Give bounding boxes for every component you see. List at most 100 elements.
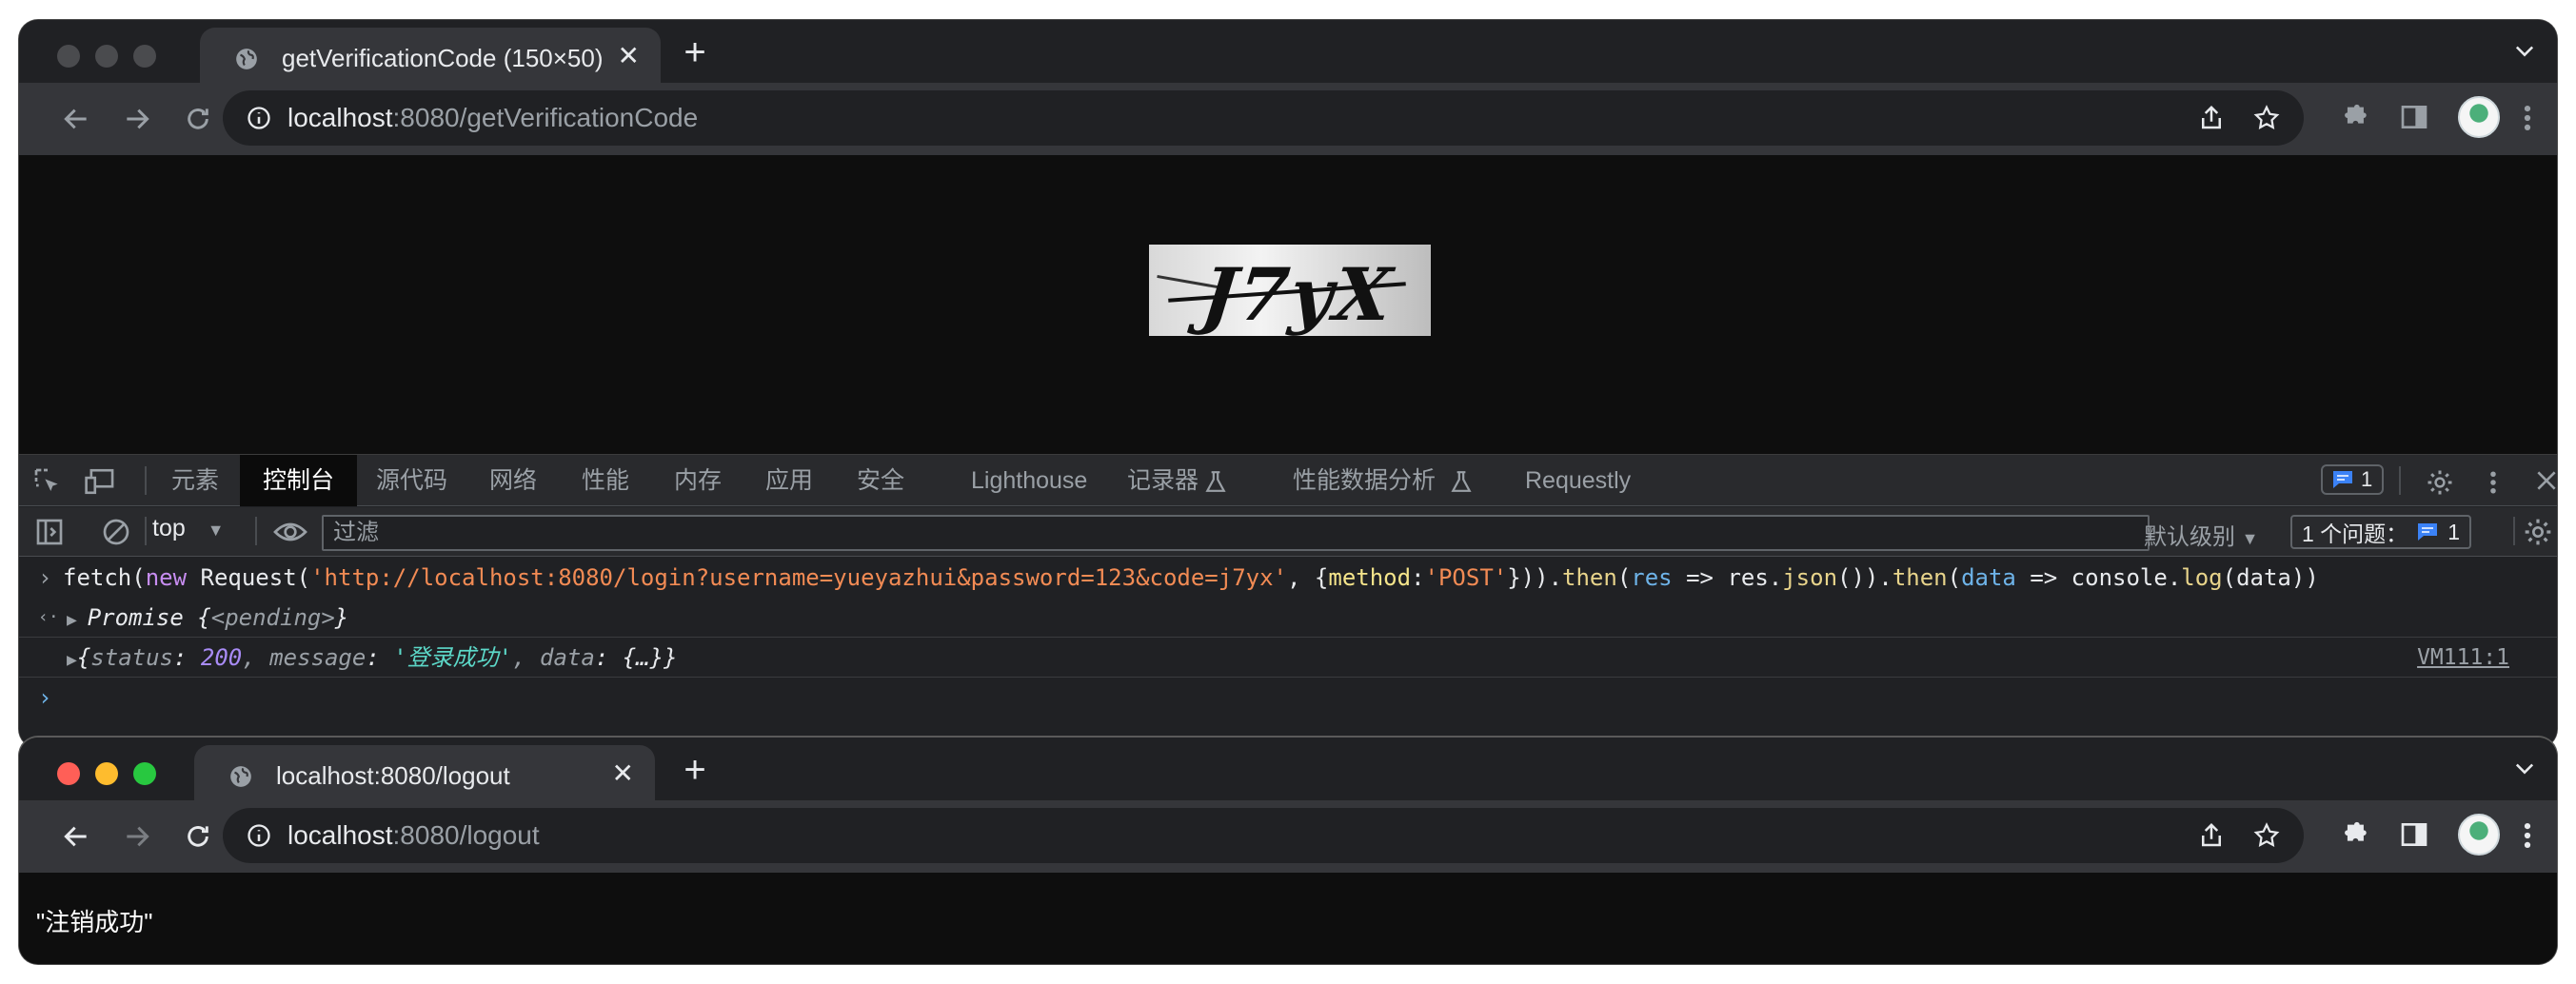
address-bar[interactable]: localhost:8080/logout <box>223 808 2304 863</box>
source-link[interactable]: VM111:1 <box>2417 638 2509 678</box>
dropdown-arrow-icon: ▼ <box>2241 529 2259 548</box>
window-controls <box>57 45 156 68</box>
arrow-left-icon <box>64 826 87 847</box>
gear-icon[interactable] <box>2426 468 2454 497</box>
tab-security[interactable]: 安全 <box>857 455 904 506</box>
console-command[interactable]: fetch(new Request('http://localhost:8080… <box>63 558 2319 598</box>
more-vertical-icon[interactable] <box>2488 468 2498 497</box>
context-value: top <box>152 515 186 541</box>
reload-icon <box>188 826 208 847</box>
minimize-window-button[interactable] <box>95 45 118 68</box>
filter-input[interactable]: 过滤 <box>322 515 2150 551</box>
maximize-window-button[interactable] <box>133 762 156 785</box>
url-text[interactable]: localhost:8080/getVerificationCode <box>287 103 698 133</box>
expand-triangle-icon[interactable]: ▶ <box>67 610 88 630</box>
promise-result[interactable]: ▶ Promise {<pending>} <box>67 598 348 640</box>
chevron-down-icon[interactable] <box>2511 755 2538 781</box>
dropdown-arrow-icon: ▼ <box>207 521 225 540</box>
console-input-line: › fetch(new Request('http://localhost:80… <box>19 558 2557 598</box>
flask-icon <box>1451 471 1472 492</box>
tab-lighthouse[interactable]: Lighthouse <box>971 455 1087 506</box>
close-tab-icon[interactable]: ✕ <box>618 43 640 69</box>
info-icon[interactable] <box>246 105 272 131</box>
forward-button[interactable] <box>118 817 156 856</box>
tab-strip: getVerificationCode (150×50) ✕ + <box>19 20 2557 83</box>
share-icon[interactable] <box>2197 104 2226 132</box>
profile-avatar[interactable] <box>2458 814 2500 856</box>
maximize-window-button[interactable] <box>133 45 156 68</box>
devtools-tab-bar: 元素 控制台 源代码 网络 性能 内存 应用 安全 Lighthouse 记录器… <box>19 455 2557 506</box>
back-button[interactable] <box>57 100 95 138</box>
context-selector[interactable]: top ▼ <box>152 515 225 542</box>
clear-console-icon[interactable] <box>101 517 131 547</box>
log-levels-label: 默认级别 <box>2144 524 2235 550</box>
sidebar-toggle-icon[interactable] <box>34 517 65 547</box>
message-icon <box>2333 471 2352 488</box>
side-panel-icon[interactable] <box>2399 819 2429 850</box>
console-settings-gear-icon[interactable] <box>2523 517 2553 547</box>
reload-button[interactable] <box>179 817 217 856</box>
close-tab-icon[interactable]: ✕ <box>612 760 634 787</box>
tab-verification-code[interactable]: getVerificationCode (150×50) ✕ <box>200 28 661 83</box>
chevron-down-icon[interactable] <box>2511 37 2538 64</box>
messages-badge[interactable]: 1 <box>2321 464 2385 495</box>
new-tab-button[interactable]: + <box>676 33 714 71</box>
tab-performance[interactable]: 性能 <box>582 455 629 506</box>
forward-button[interactable] <box>118 100 156 138</box>
tab-memory[interactable]: 内存 <box>674 455 722 506</box>
tab-title: getVerificationCode (150×50) <box>282 44 604 72</box>
side-panel-icon[interactable] <box>2399 102 2429 132</box>
back-button[interactable] <box>57 817 95 856</box>
new-tab-button[interactable]: + <box>676 751 714 789</box>
log-levels-dropdown[interactable]: 默认级别 ▼ <box>2144 518 2259 551</box>
log-object[interactable]: ▶{status: 200, message: '登录成功', data: {…… <box>67 638 678 680</box>
tab-console[interactable]: 控制台 <box>240 455 358 506</box>
tab-sources[interactable]: 源代码 <box>376 455 447 506</box>
issues-label: 1 个问题： <box>2302 522 2408 546</box>
url-host: localhost <box>287 103 393 132</box>
close-window-button[interactable] <box>57 762 80 785</box>
extensions-puzzle-icon[interactable] <box>2338 819 2370 852</box>
tab-title: localhost:8080/logout <box>276 761 510 790</box>
more-vertical-icon[interactable] <box>2521 819 2534 852</box>
more-vertical-icon[interactable] <box>2521 102 2534 134</box>
tab-application[interactable]: 应用 <box>765 455 813 506</box>
tab-elements[interactable]: 元素 <box>171 455 219 506</box>
prompt-chevron-icon: › <box>38 684 52 711</box>
share-icon[interactable] <box>2197 821 2226 850</box>
browser-toolbar: localhost:8080/getVerificationCode <box>19 83 2557 155</box>
issues-button[interactable]: 1 个问题： 1 <box>2290 515 2471 549</box>
extensions-puzzle-icon[interactable] <box>2338 102 2370 134</box>
arrow-left-icon <box>64 108 87 129</box>
eye-icon[interactable] <box>272 517 308 547</box>
tab-logout[interactable]: localhost:8080/logout ✕ <box>194 745 655 800</box>
profile-avatar[interactable] <box>2458 96 2500 138</box>
star-icon[interactable] <box>2252 821 2281 850</box>
chevron-right-icon: › <box>38 564 52 591</box>
tab-requestly[interactable]: Requestly <box>1525 455 1631 506</box>
device-toolbar-icon[interactable] <box>84 466 116 497</box>
console-result-line: ‹· ▶ Promise {<pending>} <box>19 598 2557 638</box>
console-log-line: ▶{status: 200, message: '登录成功', data: {…… <box>19 638 2557 678</box>
tab-network[interactable]: 网络 <box>489 455 537 506</box>
console-output: › fetch(new Request('http://localhost:80… <box>19 558 2557 718</box>
console-filter-bar: top ▼ 过滤 默认级别 ▼ 1 个问题： 1 <box>19 507 2557 557</box>
inspect-element-icon[interactable] <box>32 466 63 497</box>
info-icon[interactable] <box>246 822 272 849</box>
arrow-right-icon <box>127 108 149 129</box>
tab-performance-insights[interactable]: 性能数据分析 <box>1293 455 1436 506</box>
star-icon[interactable] <box>2252 104 2281 132</box>
minimize-window-button[interactable] <box>95 762 118 785</box>
page-content: J7yX <box>19 155 2557 454</box>
tab-recorder[interactable]: 记录器 <box>1127 455 1199 506</box>
reload-icon <box>188 108 208 129</box>
close-window-button[interactable] <box>57 45 80 68</box>
console-prompt-line[interactable]: › <box>19 678 2557 718</box>
address-bar[interactable]: localhost:8080/getVerificationCode <box>223 90 2304 146</box>
close-icon[interactable] <box>2534 468 2557 493</box>
url-host: localhost <box>287 820 393 850</box>
reload-button[interactable] <box>179 100 217 138</box>
url-text[interactable]: localhost:8080/logout <box>287 820 540 851</box>
expand-triangle-icon[interactable]: ▶ <box>67 650 77 670</box>
browser-window-logout: localhost:8080/logout ✕ + localhost:8080… <box>19 738 2557 964</box>
